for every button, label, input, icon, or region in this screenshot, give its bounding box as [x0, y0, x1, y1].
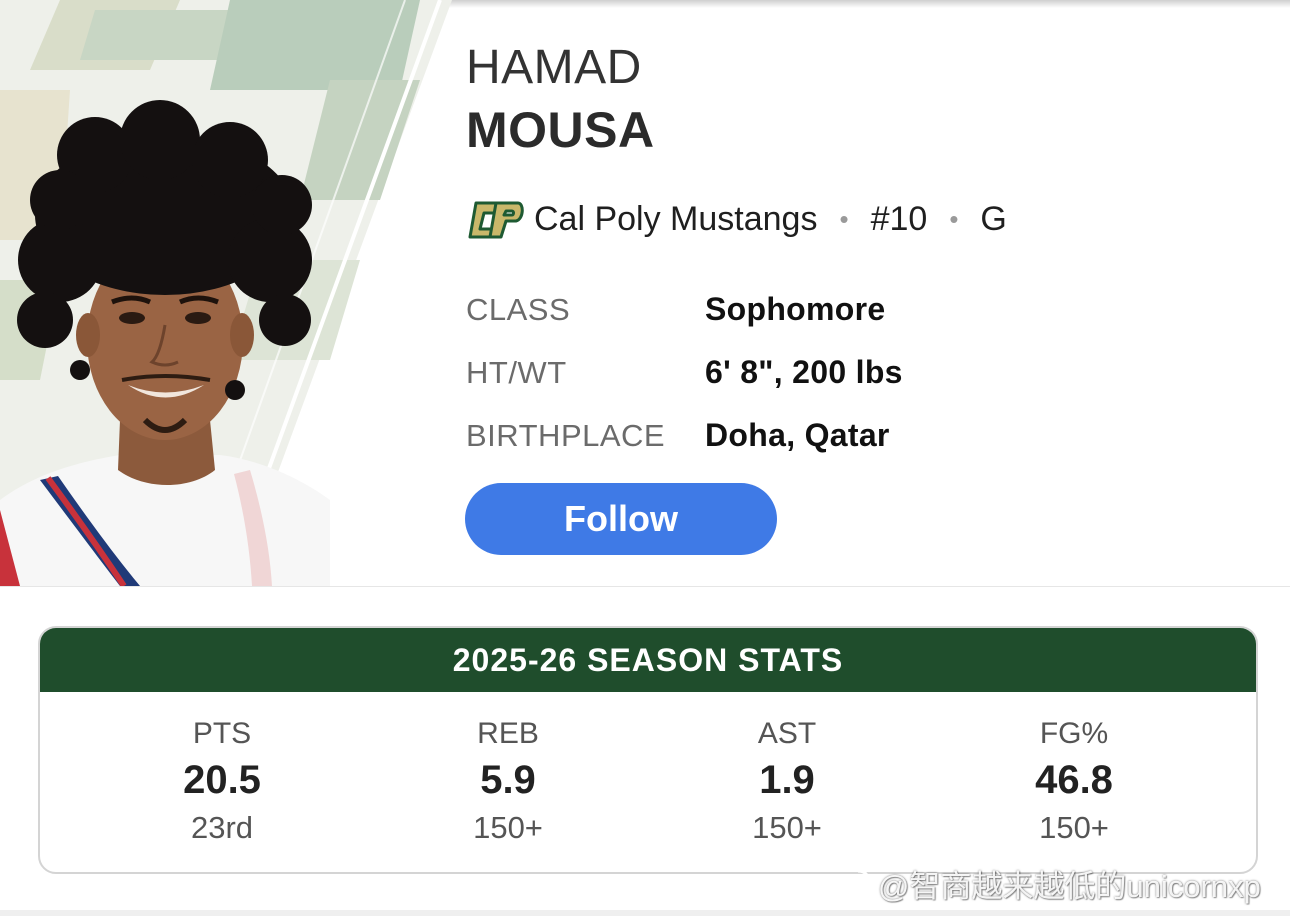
stat-pts: PTS 20.5 23rd	[183, 714, 261, 850]
team-name-link[interactable]: Cal Poly Mustangs	[534, 200, 817, 239]
player-position: G	[980, 199, 1007, 238]
stat-value: 1.9	[759, 758, 815, 802]
info-label: CLASS	[466, 291, 571, 327]
info-value: 6' 8", 200 lbs	[705, 354, 903, 390]
stat-value: 5.9	[480, 758, 536, 802]
bottom-edge	[0, 910, 1290, 916]
watermark-text: @智商越来越低的unicornxp	[878, 868, 1261, 904]
player-last-name: MOUSA	[466, 102, 655, 158]
stat-label: PTS	[192, 717, 252, 750]
separator-dot: •	[949, 203, 959, 234]
section-divider	[0, 586, 1290, 587]
separator-dot: •	[839, 203, 849, 234]
info-label: BIRTHPLACE	[466, 417, 666, 453]
stat-rank: 150+	[1039, 810, 1109, 845]
follow-button[interactable]: Follow	[465, 483, 777, 555]
jersey-number: #10	[870, 199, 928, 238]
stat-reb: REB 5.9 150+	[473, 714, 543, 850]
stat-rank: 23rd	[190, 810, 254, 845]
weibo-icon	[829, 869, 870, 900]
team-logo-icon[interactable]	[466, 189, 526, 249]
stat-value: 20.5	[183, 758, 261, 802]
season-stats-card: 2025-26 SEASON STATS PTS 20.5 23rd REB 5…	[38, 626, 1258, 874]
season-stats-title: 2025-26 SEASON STATS	[40, 628, 1256, 692]
player-photo	[0, 0, 460, 586]
stat-fg-pct: FG% 46.8 150+	[1035, 714, 1113, 850]
player-info-table: CLASS Sophomore HT/WT 6' 8", 200 lbs BIR…	[466, 278, 903, 467]
stat-label: REB	[477, 717, 539, 750]
info-value: Sophomore	[705, 291, 886, 327]
team-row: Cal Poly Mustangs • #10 • G	[466, 188, 1007, 250]
player-header: HAMAD MOUSA Cal Poly Mustangs • #10 • G …	[0, 0, 1290, 586]
stat-label: AST	[757, 717, 817, 750]
stat-value: 46.8	[1035, 758, 1113, 802]
info-row-birthplace: BIRTHPLACE Doha, Qatar	[466, 404, 903, 467]
info-value: Doha, Qatar	[705, 417, 890, 453]
stat-label: FG%	[1039, 717, 1109, 750]
info-label: HT/WT	[466, 354, 567, 390]
weibo-watermark: @智商越来越低的unicornxp	[828, 860, 1288, 906]
player-profile-page: HAMAD MOUSA Cal Poly Mustangs • #10 • G …	[0, 0, 1290, 916]
info-row-class: CLASS Sophomore	[466, 278, 903, 341]
info-row-height-weight: HT/WT 6' 8", 200 lbs	[466, 341, 903, 404]
stat-rank: 150+	[473, 810, 543, 845]
stat-ast: AST 1.9 150+	[752, 714, 822, 850]
stat-rank: 150+	[752, 810, 822, 845]
player-first-name: HAMAD	[466, 41, 642, 94]
